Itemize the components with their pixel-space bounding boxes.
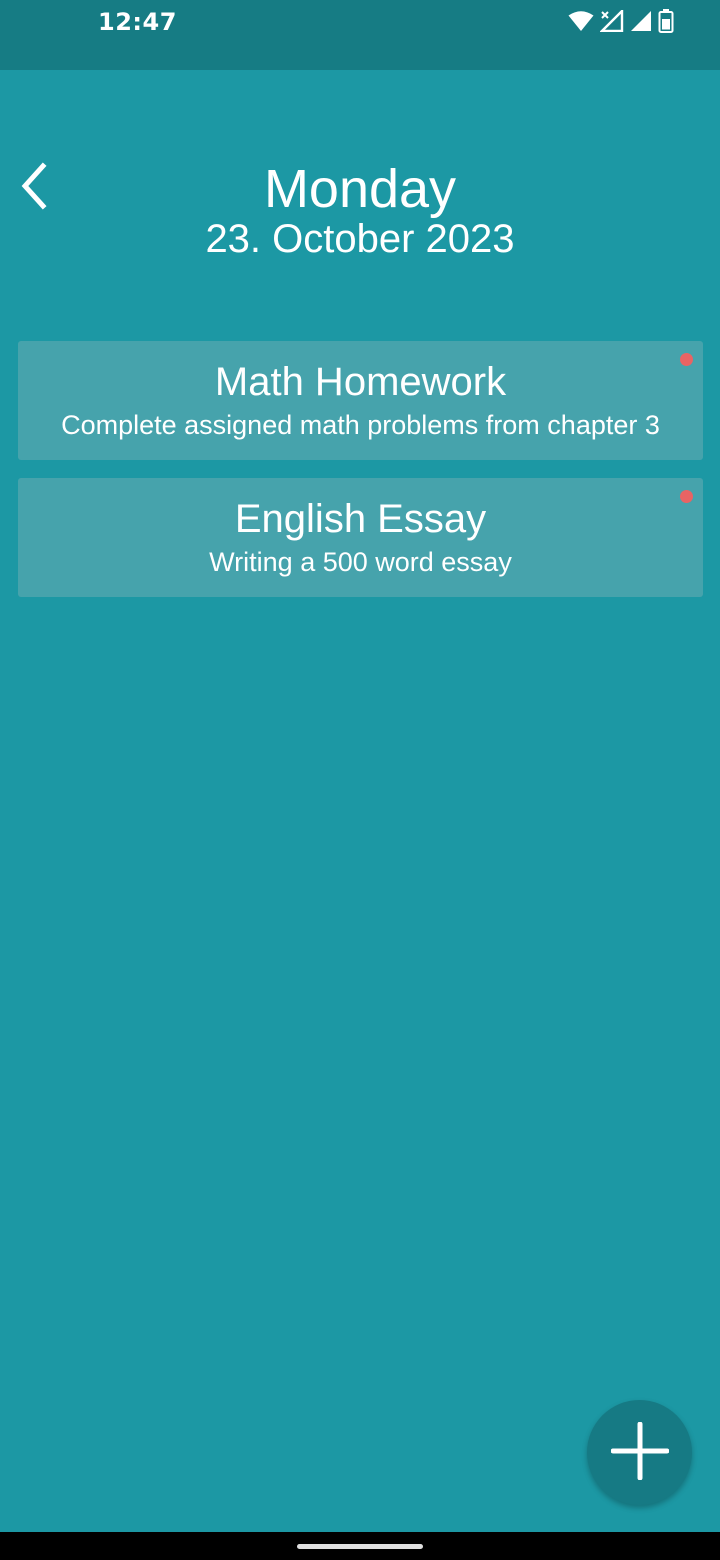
home-gesture-handle[interactable] xyxy=(297,1544,423,1549)
navigation-bar xyxy=(0,1532,720,1560)
status-dot xyxy=(680,353,693,366)
task-description: Complete assigned math problems from cha… xyxy=(61,410,660,440)
date-subtitle: 23. October 2023 xyxy=(205,217,515,261)
task-title: English Essay xyxy=(234,497,487,541)
status-icons xyxy=(568,9,674,33)
wifi-icon xyxy=(568,10,594,32)
signal-icon xyxy=(630,10,652,32)
status-dot xyxy=(680,490,693,503)
status-time: 12:47 xyxy=(98,8,177,36)
signal-x-icon xyxy=(600,10,624,32)
battery-icon xyxy=(658,9,674,33)
plus-icon xyxy=(610,1421,669,1484)
status-bar: 12:47 xyxy=(0,0,720,70)
task-title: Math Homework xyxy=(214,360,507,404)
task-description: Writing a 500 word essay xyxy=(209,547,512,577)
add-task-button[interactable] xyxy=(587,1400,692,1505)
day-title: Monday xyxy=(263,159,457,219)
task-list: Math Homework Complete assigned math pro… xyxy=(18,341,703,615)
task-card-english-essay[interactable]: English Essay Writing a 500 word essay xyxy=(18,478,703,597)
date-header: Monday 23. October 2023 xyxy=(0,158,720,262)
task-card-math-homework[interactable]: Math Homework Complete assigned math pro… xyxy=(18,341,703,460)
